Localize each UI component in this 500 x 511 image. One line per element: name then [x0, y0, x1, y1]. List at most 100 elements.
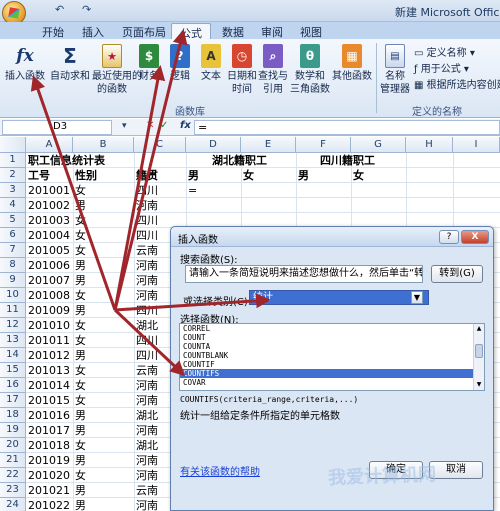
cell-header-b[interactable]: 性别 — [75, 168, 133, 183]
formula-fx-icon[interactable]: fx — [180, 120, 191, 131]
cell-gender[interactable]: 男 — [75, 423, 133, 438]
function-list-item[interactable]: COUNT — [180, 333, 484, 342]
cell-gender[interactable]: 女 — [75, 228, 133, 243]
row-header[interactable]: 15 — [0, 363, 26, 378]
cell-header-d[interactable]: 男 — [188, 168, 240, 183]
column-header[interactable]: F — [296, 137, 351, 153]
cell-employee-id[interactable]: 201021 — [28, 483, 72, 498]
create-from-selection-button[interactable]: ▦ 根据所选内容创建 — [414, 76, 500, 91]
cell-gender[interactable]: 男 — [75, 273, 133, 288]
dialog-close-icon[interactable]: X — [461, 230, 489, 244]
cell-gender[interactable]: 女 — [75, 333, 133, 348]
row-header[interactable]: 6 — [0, 228, 26, 243]
row-header[interactable]: 3 — [0, 183, 26, 198]
cell-gender[interactable]: 女 — [75, 363, 133, 378]
row-header[interactable]: 20 — [0, 438, 26, 453]
undo-icon[interactable]: ↶ — [55, 3, 64, 16]
tab-page-layout[interactable]: 页面布局 — [114, 23, 174, 39]
cell-employee-id[interactable]: 201018 — [28, 438, 72, 453]
scroll-down-icon[interactable]: ▼ — [475, 381, 483, 389]
math-trig-button[interactable]: θ 数学和 三角函数 — [290, 44, 330, 96]
datetime-button[interactable]: ◷ 日期和 时间 — [226, 44, 258, 96]
recent-functions-button[interactable]: ★ 最近使用的 的函数 — [92, 44, 142, 96]
select-all-corner[interactable] — [0, 137, 26, 153]
row-header[interactable]: 14 — [0, 348, 26, 363]
search-function-input[interactable]: 请输入一条简短说明来描述您想做什么，然后单击“转到” — [185, 265, 423, 283]
function-list-item[interactable]: COUNTA — [180, 342, 484, 351]
cell-header-e[interactable]: 女 — [243, 168, 295, 183]
row-header[interactable]: 12 — [0, 318, 26, 333]
cell-gender[interactable]: 男 — [75, 258, 133, 273]
cell-employee-id[interactable]: 201014 — [28, 378, 72, 393]
row-header[interactable]: 13 — [0, 333, 26, 348]
cell-gender[interactable]: 女 — [75, 213, 133, 228]
row-header[interactable]: 18 — [0, 408, 26, 423]
cancel-x-icon[interactable]: ✕ — [146, 120, 154, 131]
goto-button[interactable]: 转到(G) — [431, 265, 483, 283]
cancel-button[interactable]: 取消 — [429, 461, 483, 479]
tab-review[interactable]: 审阅 — [253, 23, 291, 39]
cell-header-g[interactable]: 女 — [353, 168, 405, 183]
cell-employee-id[interactable]: 201012 — [28, 348, 72, 363]
cell-sichuan-header[interactable]: 四川籍职工 — [298, 153, 398, 168]
function-list-item[interactable]: CORREL — [180, 324, 484, 333]
cell-employee-id[interactable]: 201022 — [28, 498, 72, 511]
column-header[interactable]: C — [134, 137, 186, 153]
tab-data[interactable]: 数据 — [214, 23, 252, 39]
cell-employee-id[interactable]: 201002 — [28, 198, 72, 213]
cell-employee-id[interactable]: 201003 — [28, 213, 72, 228]
cell-gender[interactable]: 男 — [75, 498, 133, 511]
cell-employee-id[interactable]: 201015 — [28, 393, 72, 408]
column-header[interactable]: G — [351, 137, 406, 153]
cell-employee-id[interactable]: 201019 — [28, 453, 72, 468]
column-header[interactable]: A — [26, 137, 73, 153]
cell-employee-id[interactable]: 201020 — [28, 468, 72, 483]
row-header[interactable]: 19 — [0, 423, 26, 438]
autosum-button[interactable]: Σ 自动求和 — [50, 44, 90, 83]
row-header[interactable]: 22 — [0, 468, 26, 483]
cell-employee-id[interactable]: 201017 — [28, 423, 72, 438]
cell-d3[interactable]: = — [188, 183, 240, 198]
redo-icon[interactable]: ↷ — [82, 3, 91, 16]
cell-title[interactable]: 职工信息统计表 — [28, 153, 138, 168]
function-list-item[interactable]: COUNTBLANK — [180, 351, 484, 360]
listbox-scrollbar[interactable]: ▲ ▼ — [473, 324, 484, 390]
row-header[interactable]: 24 — [0, 498, 26, 511]
financial-button[interactable]: $ 财务 — [134, 44, 164, 83]
column-header[interactable]: H — [406, 137, 453, 153]
enter-check-icon[interactable]: ✓ — [160, 120, 168, 131]
dialog-help-icon[interactable]: ? — [439, 230, 459, 244]
category-select[interactable]: 统计 — [249, 290, 429, 305]
cell-employee-id[interactable]: 201005 — [28, 243, 72, 258]
name-manager-button[interactable]: ▤ 名称 管理器 — [378, 44, 412, 96]
define-name-button[interactable]: ▭ 定义名称 ▾ — [414, 44, 475, 59]
function-listbox[interactable]: CORREL COUNT COUNTA COUNTBLANK COUNTIF COUNTI… — [179, 323, 485, 391]
column-header[interactable]: B — [73, 137, 134, 153]
function-list-item[interactable]: COVAR — [180, 378, 484, 387]
cell-origin[interactable]: 河南 — [136, 198, 185, 213]
row-header[interactable]: 10 — [0, 288, 26, 303]
column-header[interactable]: I — [453, 137, 500, 153]
cell-header-a[interactable]: 工号 — [28, 168, 72, 183]
row-header[interactable]: 23 — [0, 483, 26, 498]
cell-gender[interactable]: 女 — [75, 378, 133, 393]
cell-gender[interactable]: 女 — [75, 243, 133, 258]
row-header[interactable]: 9 — [0, 273, 26, 288]
row-header[interactable]: 4 — [0, 198, 26, 213]
cell-gender[interactable]: 男 — [75, 453, 133, 468]
cell-header-f[interactable]: 男 — [298, 168, 350, 183]
row-header[interactable]: 7 — [0, 243, 26, 258]
text-button[interactable]: A 文本 — [196, 44, 226, 83]
formula-input[interactable]: = — [194, 120, 500, 135]
name-box-dropdown-icon[interactable]: ▾ — [122, 121, 127, 131]
row-header[interactable]: 8 — [0, 258, 26, 273]
cell-employee-id[interactable]: 201006 — [28, 258, 72, 273]
cell-employee-id[interactable]: 201013 — [28, 363, 72, 378]
cell-employee-id[interactable]: 201008 — [28, 288, 72, 303]
function-help-link[interactable]: 有关该函数的帮助 — [180, 463, 260, 478]
cell-gender[interactable]: 男 — [75, 483, 133, 498]
insert-function-button[interactable]: fx 插入函数 — [4, 44, 46, 83]
cell-gender[interactable]: 女 — [75, 183, 133, 198]
cell-employee-id[interactable]: 201001 — [28, 183, 72, 198]
function-list-item[interactable]: COUNTIFS — [180, 369, 484, 378]
